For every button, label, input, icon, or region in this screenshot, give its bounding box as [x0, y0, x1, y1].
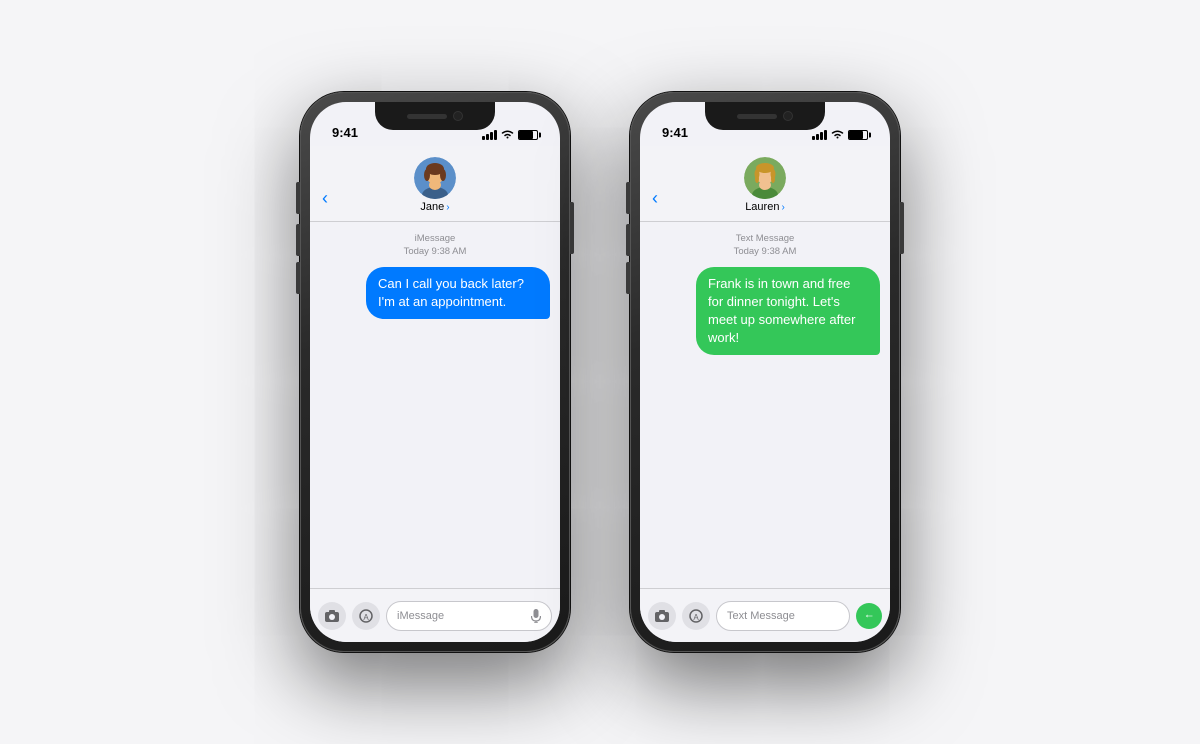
speaker-right: [737, 114, 777, 119]
status-time-left: 9:41: [332, 125, 358, 140]
signal-bar-r3: [820, 132, 823, 140]
back-button-left[interactable]: ‹: [322, 188, 328, 209]
camera-sensor-right: [783, 111, 793, 121]
contact-name-lauren[interactable]: Lauren ›: [745, 201, 785, 213]
message-bubble-right-0: Frank is in town and free for dinner ton…: [696, 267, 880, 356]
phone-screen-left: 9:41 ‹: [310, 102, 560, 642]
phone-right: 9:41 ‹: [630, 92, 900, 652]
wifi-icon-left: [501, 130, 514, 140]
svg-text:A: A: [363, 613, 369, 622]
contact-avatar-lauren[interactable]: [744, 157, 786, 199]
speaker-left: [407, 114, 447, 119]
mic-icon-left: [531, 609, 541, 623]
back-button-right[interactable]: ‹: [652, 188, 658, 209]
signal-bar-2: [486, 134, 489, 140]
nav-header-right: ‹: [640, 146, 890, 222]
message-input-right[interactable]: Text Message: [716, 601, 850, 631]
status-time-right: 9:41: [662, 125, 688, 140]
contact-chevron-right: ›: [781, 202, 784, 213]
camera-button-right[interactable]: [648, 602, 676, 630]
messages-area-left: iMessage Today 9:38 AM Can I call you ba…: [310, 222, 560, 588]
status-icons-right: [812, 130, 868, 140]
signal-bar-r2: [816, 134, 819, 140]
contact-chevron-left: ›: [446, 202, 449, 213]
message-row-left-0: Can I call you back later? I'm at an app…: [320, 267, 550, 319]
input-bar-right: A Text Message ↑: [640, 588, 890, 642]
signal-bar-3: [490, 132, 493, 140]
signal-bar-1: [482, 136, 485, 140]
battery-fill-left: [519, 131, 533, 139]
phone-left: 9:41 ‹: [300, 92, 570, 652]
message-date-left: iMessage Today 9:38 AM: [320, 232, 550, 259]
message-row-right-0: Frank is in town and free for dinner ton…: [650, 267, 880, 356]
message-input-left[interactable]: iMessage: [386, 601, 552, 631]
messages-area-right: Text Message Today 9:38 AM Frank is in t…: [640, 222, 890, 588]
battery-fill-right: [849, 131, 863, 139]
signal-bar-r4: [824, 130, 827, 140]
wifi-icon-right: [831, 130, 844, 140]
input-placeholder-left: iMessage: [397, 610, 444, 622]
send-arrow-icon: ↑: [863, 613, 875, 619]
battery-icon-right: [848, 130, 868, 140]
message-date-right: Text Message Today 9:38 AM: [650, 232, 880, 259]
phone-screen-right: 9:41 ‹: [640, 102, 890, 642]
status-icons-left: [482, 130, 538, 140]
appstore-button-left[interactable]: A: [352, 602, 380, 630]
contact-avatar-jane[interactable]: [414, 157, 456, 199]
notch-left: [375, 102, 495, 130]
camera-sensor-left: [453, 111, 463, 121]
input-bar-left: A iMessage: [310, 588, 560, 642]
input-placeholder-right: Text Message: [727, 610, 795, 622]
signal-bar-r1: [812, 136, 815, 140]
battery-icon-left: [518, 130, 538, 140]
camera-button-left[interactable]: [318, 602, 346, 630]
signal-bars-left: [482, 130, 497, 140]
send-button-right[interactable]: ↑: [856, 603, 882, 629]
nav-header-left: ‹ Jane ›: [310, 146, 560, 222]
notch-right: [705, 102, 825, 130]
appstore-button-right[interactable]: A: [682, 602, 710, 630]
message-bubble-left-0: Can I call you back later? I'm at an app…: [366, 267, 550, 319]
signal-bar-4: [494, 130, 497, 140]
contact-name-jane[interactable]: Jane ›: [420, 201, 449, 213]
signal-bars-right: [812, 130, 827, 140]
svg-text:A: A: [693, 613, 699, 622]
